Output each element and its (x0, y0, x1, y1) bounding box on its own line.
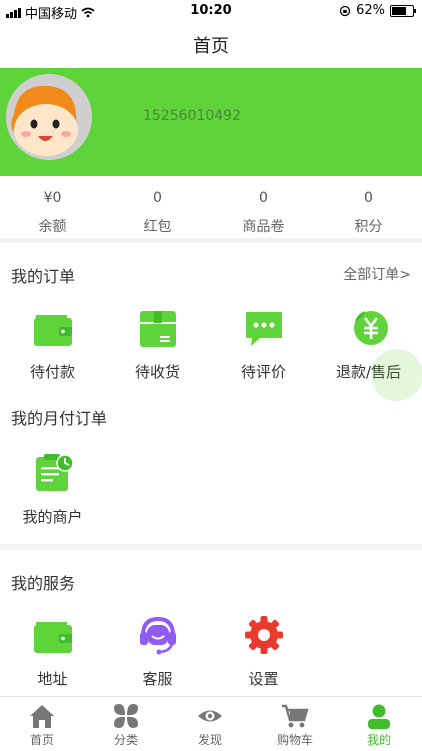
user-icon (365, 703, 393, 729)
profile-header: 15256010492 (0, 68, 422, 176)
phone-number: 15256010492 (143, 108, 241, 124)
service-label: 客服 (142, 670, 173, 688)
my-merchant[interactable]: 我的商户 (0, 451, 105, 527)
services-title: 我的服务 (11, 574, 76, 593)
tab-label: 分类 (113, 733, 138, 747)
stat-label: 余额 (38, 219, 67, 235)
order-pending-payment[interactable]: 待付款 (0, 306, 105, 382)
tab-bar: 首页 分类 发现 购物车 我的 (0, 696, 422, 751)
tab-label: 首页 (29, 733, 54, 747)
order-label: 待评价 (240, 363, 286, 381)
box-icon (136, 306, 180, 350)
status-bar: 中国移动 10:20 62% (0, 0, 422, 22)
tab-label: 发现 (197, 733, 222, 747)
touch-ripple (371, 349, 422, 401)
order-pending-receipt[interactable]: 待收货 (105, 306, 210, 382)
stat-points[interactable]: 0 积分 (316, 190, 421, 236)
home-icon (28, 703, 56, 729)
stat-value: ¥0 (43, 190, 62, 206)
stat-label: 商品卷 (242, 219, 285, 235)
tab-discover[interactable]: 发现 (168, 703, 252, 748)
services-section: 我的服务 地址 客服 设置 (0, 550, 422, 696)
stat-label: 红包 (143, 219, 172, 235)
service-address[interactable]: 地址 (0, 613, 105, 689)
orders-section: 我的订单 全部订单> 待付款 待收货 待评价 退款/售后 我的月付订单 我的商户 (0, 243, 422, 544)
status-right: 62% (339, 3, 416, 18)
clipboard-clock-icon (31, 451, 75, 495)
service-label: 地址 (37, 670, 68, 688)
gear-icon (242, 613, 286, 657)
page-title: 首页 (193, 36, 229, 57)
service-customer-support[interactable]: 客服 (105, 613, 210, 689)
stat-value: 0 (259, 190, 268, 206)
eye-icon (196, 703, 224, 729)
stat-value: 0 (364, 190, 373, 206)
monthly-title: 我的月付订单 (11, 409, 108, 428)
tab-home[interactable]: 首页 (0, 703, 84, 748)
wallet-icon (31, 613, 75, 657)
tab-mine[interactable]: 我的 (337, 703, 421, 748)
yen-refund-icon (347, 306, 391, 350)
chat-icon (242, 306, 286, 350)
stat-redpacket[interactable]: 0 红包 (105, 190, 210, 236)
service-settings[interactable]: 设置 (211, 613, 316, 689)
avatar-face-icon (6, 74, 92, 160)
merchant-label: 我的商户 (22, 508, 83, 526)
order-label: 待收货 (134, 363, 180, 381)
service-label: 设置 (248, 670, 279, 688)
order-label: 待付款 (29, 363, 75, 381)
stats-row: ¥0 余额 0 红包 0 商品卷 0 积分 (0, 176, 422, 238)
stat-value: 0 (153, 190, 162, 206)
stat-balance[interactable]: ¥0 余额 (0, 190, 105, 236)
tab-cart[interactable]: 购物车 (253, 703, 337, 748)
avatar[interactable] (6, 74, 92, 160)
order-pending-review[interactable]: 待评价 (211, 306, 316, 382)
battery-percent: 62% (356, 3, 385, 18)
tab-label: 我的 (366, 733, 391, 747)
tab-label: 购物车 (276, 733, 313, 747)
headset-icon (136, 613, 180, 657)
stat-coupon[interactable]: 0 商品卷 (211, 190, 316, 236)
all-orders-link[interactable]: 全部订单> (343, 264, 411, 284)
orientation-lock-icon (339, 5, 351, 16)
nav-bar: 首页 (0, 22, 422, 68)
stat-label: 积分 (354, 219, 383, 235)
tab-category[interactable]: 分类 (84, 703, 168, 748)
cart-icon (281, 703, 309, 729)
wallet-icon (31, 306, 75, 350)
battery-icon (390, 4, 416, 17)
orders-title: 我的订单 (11, 267, 76, 286)
category-icon (112, 703, 140, 729)
